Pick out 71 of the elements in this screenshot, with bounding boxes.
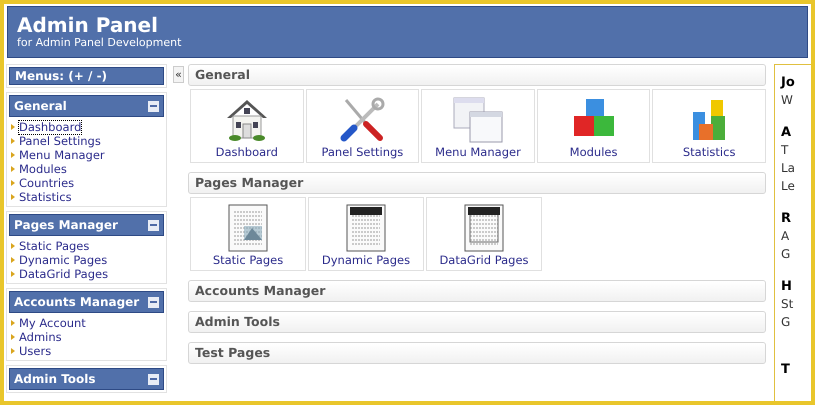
tile-label: Panel Settings <box>321 145 404 159</box>
section-header[interactable]: Test Pages <box>188 342 766 364</box>
shortcut-tile[interactable]: Static Pages <box>190 197 306 271</box>
windows-icon <box>452 96 504 144</box>
info-text: Le <box>781 178 796 195</box>
menu-link[interactable]: Dashboard <box>19 120 82 134</box>
menu-link[interactable]: Admins <box>19 330 62 344</box>
bullet-icon <box>11 138 15 144</box>
menu-section-header[interactable]: Pages Manager <box>9 214 164 236</box>
section-header[interactable]: Pages Manager <box>188 172 766 194</box>
tile-label: Statistics <box>682 145 736 159</box>
code-document-icon <box>346 204 386 252</box>
tile-label: Static Pages <box>212 253 284 267</box>
section-header[interactable]: General <box>188 64 766 86</box>
menu-link[interactable]: Modules <box>19 162 67 176</box>
bullet-icon <box>11 257 15 263</box>
menu-link[interactable]: DataGrid Pages <box>19 268 108 280</box>
info-text: T <box>781 142 790 159</box>
bullet-icon <box>11 166 15 172</box>
tile-label: Dashboard <box>216 145 278 159</box>
shortcut-tile[interactable]: Statistics <box>652 89 766 163</box>
info-heading: T <box>781 361 791 378</box>
info-heading: Jo <box>781 74 796 91</box>
info-text: St <box>781 296 794 313</box>
bullet-icon <box>11 243 15 249</box>
info-text: G <box>781 246 792 263</box>
menu-section-header[interactable]: Accounts Manager <box>9 291 164 313</box>
info-heading: H <box>781 278 793 295</box>
info-text: G <box>781 314 792 331</box>
menu-link[interactable]: Statistics <box>19 190 72 204</box>
shortcut-tile[interactable]: Modules <box>536 89 650 163</box>
bullet-icon <box>11 271 15 277</box>
menu-section-header[interactable]: Admin Tools <box>9 368 164 390</box>
info-text: W <box>781 92 794 109</box>
tile-label: Menu Manager <box>435 145 521 159</box>
app-subtitle: for Admin Panel Development <box>17 36 182 50</box>
shortcut-tile[interactable]: Menu Manager <box>421 89 535 163</box>
tools-icon <box>338 96 386 144</box>
bullet-icon <box>11 152 15 158</box>
bullet-icon <box>11 180 15 186</box>
info-heading: R <box>781 210 792 227</box>
menu-section-header[interactable]: General <box>9 95 164 117</box>
menus-toggle[interactable]: Menus: (+ / -) <box>9 67 164 85</box>
info-heading: A <box>781 124 792 141</box>
info-text: A <box>781 228 790 245</box>
shortcut-tile[interactable]: Dynamic Pages <box>308 197 424 271</box>
menu-link[interactable]: Users <box>19 344 52 358</box>
tile-label: Modules <box>570 145 618 159</box>
shortcut-tile[interactable]: DataGrid Pages <box>426 197 542 271</box>
shortcut-tile[interactable]: Panel Settings <box>306 89 420 163</box>
collapse-sidebar-button[interactable]: « <box>173 66 184 83</box>
section-header[interactable]: Admin Tools <box>188 311 766 333</box>
bullet-icon <box>11 194 15 200</box>
shortcut-tile[interactable]: Dashboard <box>190 89 304 163</box>
menu-link[interactable]: My Account <box>19 316 86 330</box>
menu-link[interactable]: Countries <box>19 176 74 190</box>
bullet-icon <box>11 334 15 340</box>
menu-link[interactable]: Static Pages <box>19 240 90 252</box>
bullet-icon <box>11 348 15 354</box>
section-header[interactable]: Accounts Manager <box>188 280 766 302</box>
tile-label: DataGrid Pages <box>439 253 529 267</box>
menu-link[interactable]: Menu Manager <box>19 148 105 162</box>
photo-document-icon <box>228 204 268 252</box>
app-title: Admin Panel <box>17 14 159 36</box>
info-text: La <box>781 160 796 177</box>
menu-link[interactable]: Panel Settings <box>19 134 101 148</box>
menu-link[interactable]: Dynamic Pages <box>19 254 108 266</box>
bullet-icon <box>11 124 15 130</box>
bullet-icon <box>11 320 15 326</box>
grid-document-icon <box>464 204 504 252</box>
tile-label: Dynamic Pages <box>322 253 410 267</box>
